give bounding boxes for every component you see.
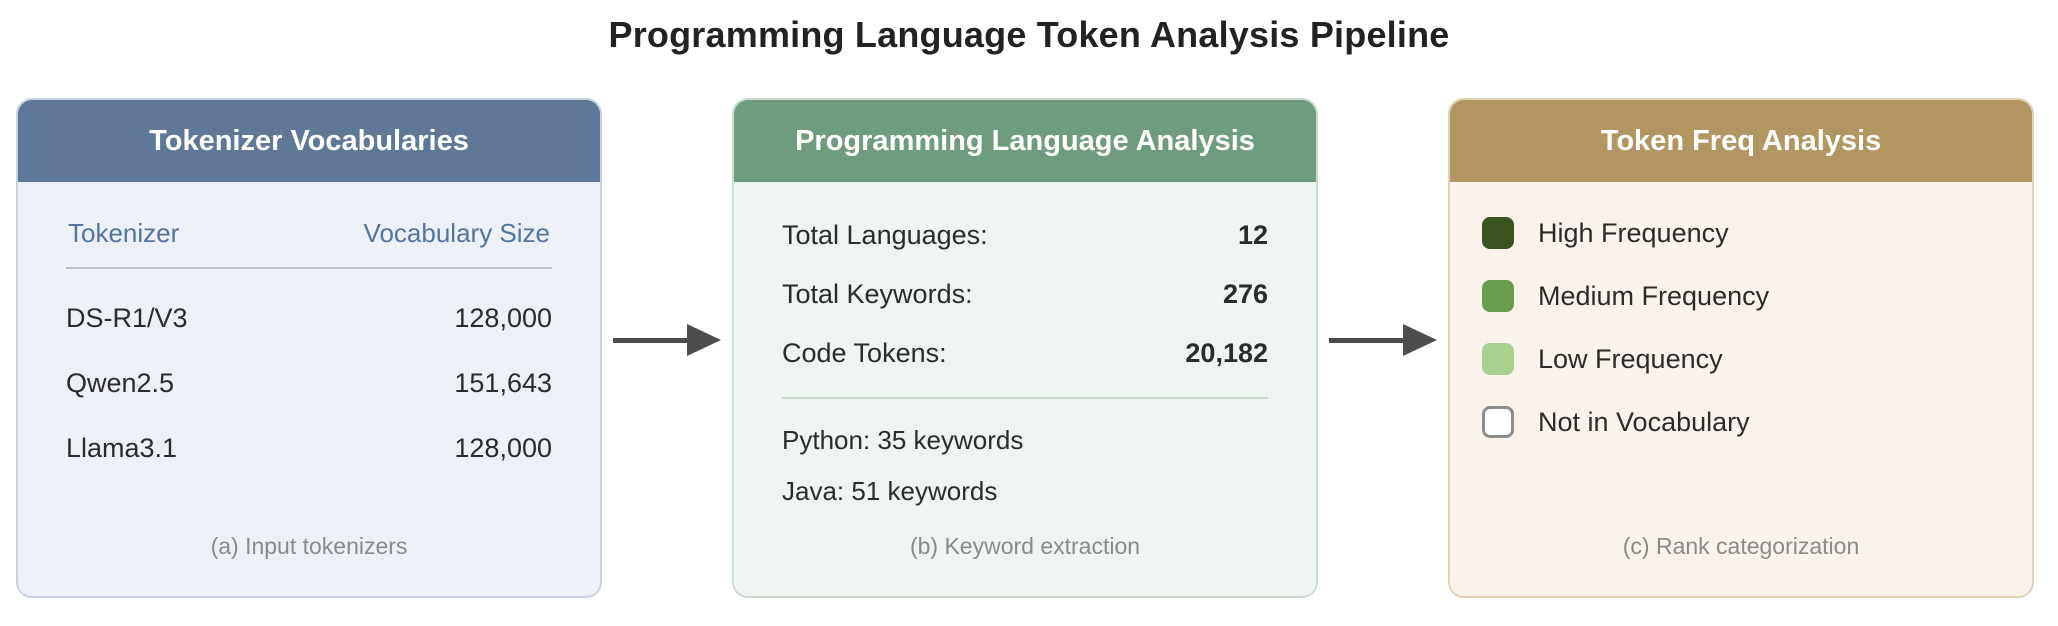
table-row: DS-R1/V3 128,000 [66, 269, 552, 334]
panel-a-title: Tokenizer Vocabularies [18, 100, 600, 182]
low-frequency-swatch-icon [1482, 343, 1514, 375]
panel-a-body: Tokenizer Vocabulary Size DS-R1/V3 128,0… [18, 182, 600, 596]
stat-value: 12 [1238, 220, 1268, 251]
panel-b-body: Total Languages: 12 Total Keywords: 276 … [734, 182, 1316, 596]
legend-label: Low Frequency [1538, 344, 1723, 375]
panel-b-title: Programming Language Analysis [734, 100, 1316, 182]
pipeline-row: Tokenizer Vocabularies Tokenizer Vocabul… [16, 56, 2042, 598]
legend-item: Low Frequency [1482, 343, 2000, 375]
figure-title: Programming Language Token Analysis Pipe… [0, 0, 2058, 56]
arrow-shaft [1329, 338, 1403, 343]
arrow-right-icon [1318, 324, 1448, 356]
table-row: Qwen2.5 151,643 [66, 334, 552, 399]
stat-row: Total Keywords: 276 [782, 279, 1268, 310]
tokenizer-name: Qwen2.5 [66, 368, 174, 399]
stat-row: Total Languages: 12 [782, 220, 1268, 251]
stat-row: Code Tokens: 20,182 [782, 338, 1268, 369]
stat-label: Total Languages: [782, 220, 988, 251]
panel-c-caption: (c) Rank categorization [1450, 533, 2032, 560]
table-row: Llama3.1 128,000 [66, 399, 552, 464]
column-header-vocab-size: Vocabulary Size [364, 218, 550, 249]
table-header-row: Tokenizer Vocabulary Size [66, 182, 552, 269]
pipeline-figure: Programming Language Token Analysis Pipe… [0, 0, 2058, 598]
panel-c-body: High Frequency Medium Frequency Low Freq… [1450, 182, 2032, 596]
column-header-tokenizer: Tokenizer [68, 218, 179, 249]
legend-item: Medium Frequency [1482, 280, 2000, 312]
arrow-right-icon [602, 324, 732, 356]
not-in-vocabulary-swatch-icon [1482, 406, 1514, 438]
keyword-detail: Python: 35 keywords [782, 425, 1268, 456]
vocab-size-value: 128,000 [454, 433, 552, 464]
vocab-size-value: 151,643 [454, 368, 552, 399]
tokenizer-name: DS-R1/V3 [66, 303, 188, 334]
stats-divider [782, 397, 1268, 399]
legend-item: High Frequency [1482, 217, 2000, 249]
panel-token-freq-analysis: Token Freq Analysis High Frequency Mediu… [1448, 98, 2034, 598]
high-frequency-swatch-icon [1482, 217, 1514, 249]
panel-a-caption: (a) Input tokenizers [18, 533, 600, 560]
arrow-shaft [613, 338, 687, 343]
legend-item: Not in Vocabulary [1482, 406, 2000, 438]
stat-label: Code Tokens: [782, 338, 947, 369]
medium-frequency-swatch-icon [1482, 280, 1514, 312]
panel-programming-language-analysis: Programming Language Analysis Total Lang… [732, 98, 1318, 598]
keyword-detail: Java: 51 keywords [782, 476, 1268, 507]
stat-label: Total Keywords: [782, 279, 973, 310]
tokenizer-name: Llama3.1 [66, 433, 177, 464]
legend-label: High Frequency [1538, 218, 1729, 249]
vocab-size-value: 128,000 [454, 303, 552, 334]
panel-c-title: Token Freq Analysis [1450, 100, 2032, 182]
arrow-head [687, 324, 721, 356]
legend-label: Medium Frequency [1538, 281, 1769, 312]
stat-value: 20,182 [1185, 338, 1268, 369]
stat-value: 276 [1223, 279, 1268, 310]
panel-tokenizer-vocabularies: Tokenizer Vocabularies Tokenizer Vocabul… [16, 98, 602, 598]
legend-label: Not in Vocabulary [1538, 407, 1750, 438]
arrow-head [1403, 324, 1437, 356]
panel-b-caption: (b) Keyword extraction [734, 533, 1316, 560]
